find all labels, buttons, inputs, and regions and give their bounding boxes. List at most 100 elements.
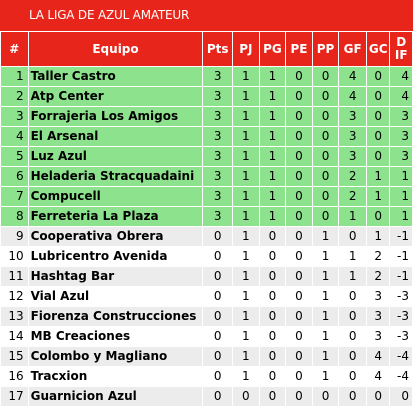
cell-pj: 1 [232, 246, 260, 267]
cell-pts: 0 [202, 346, 234, 367]
cell-pos: 15 [0, 346, 29, 367]
table-row: 16 Tracxion 0 1 0 0 1 0 4 -4 [0, 366, 413, 387]
cell-gc: 3 [365, 286, 391, 307]
cell-team: Colombo y Magliano [27, 346, 204, 367]
cell-pe: 0 [285, 326, 313, 347]
table-row: 10 Lubricentro Avenida 0 1 0 0 1 1 2 -1 [0, 246, 413, 267]
cell-pe: 0 [285, 286, 313, 307]
cell-pj: 0 [232, 386, 260, 407]
cell-pts: 3 [202, 206, 234, 227]
cell-gc: 0 [365, 126, 391, 147]
cell-pj: 1 [232, 206, 260, 227]
cell-gc: 0 [365, 146, 391, 167]
cell-gc: 0 [365, 106, 391, 127]
cell-pts: 3 [202, 186, 234, 207]
cell-team: Forrajeria Los Amigos [27, 106, 204, 127]
cell-pos: 13 [0, 306, 29, 327]
cell-pp: 0 [311, 66, 340, 87]
cell-pp: 0 [311, 126, 340, 147]
table-row: 6 Heladeria Stracquadaini 3 1 1 0 0 2 1 1 [0, 166, 413, 187]
header-gf: GF [338, 31, 367, 67]
cell-pg: 1 [258, 106, 287, 127]
cell-pts: 3 [202, 126, 234, 147]
cell-pj: 1 [232, 106, 260, 127]
cell-dif: -1 [389, 266, 413, 287]
cell-dif: 0 [389, 386, 413, 407]
cell-gf: 4 [338, 86, 367, 107]
cell-pj: 1 [232, 66, 260, 87]
table-row: 3 Forrajeria Los Amigos 3 1 1 0 0 3 0 3 [0, 106, 413, 127]
cell-team: Ferreteria La Plaza [27, 206, 204, 227]
cell-pj: 1 [232, 166, 260, 187]
header-team: Equipo [27, 31, 204, 67]
cell-gc: 1 [365, 226, 391, 247]
cell-pe: 0 [285, 106, 313, 127]
cell-team: El Arsenal [27, 126, 204, 147]
cell-pp: 1 [311, 226, 340, 247]
header-pts: Pts [202, 31, 234, 67]
standings-table: # Equipo Pts PJ PG PE PP GF GC D IF 1 Tall… [0, 31, 413, 407]
table-row: 14 MB Creaciones 0 1 0 0 1 0 3 -3 [0, 326, 413, 347]
table-row: 2 Atp Center 3 1 1 0 0 4 0 4 [0, 86, 413, 107]
cell-pe: 0 [285, 206, 313, 227]
cell-pj: 1 [232, 86, 260, 107]
cell-pe: 0 [285, 366, 313, 387]
cell-pts: 3 [202, 106, 234, 127]
cell-gc: 0 [365, 206, 391, 227]
cell-pe: 0 [285, 346, 313, 367]
cell-gc: 4 [365, 366, 391, 387]
cell-pos: 11 [0, 266, 29, 287]
table-row: 8 Ferreteria La Plaza 3 1 1 0 0 1 0 1 [0, 206, 413, 227]
cell-dif: -1 [389, 246, 413, 267]
cell-dif: 1 [389, 206, 413, 227]
cell-pg: 1 [258, 166, 287, 187]
cell-dif: 3 [389, 106, 413, 127]
cell-pj: 1 [232, 306, 260, 327]
cell-pp: 1 [311, 366, 340, 387]
cell-pts: 0 [202, 306, 234, 327]
table-row: 1 Taller Castro 3 1 1 0 0 4 0 4 [0, 66, 413, 87]
cell-pj: 1 [232, 326, 260, 347]
cell-pts: 3 [202, 146, 234, 167]
cell-pe: 0 [285, 186, 313, 207]
cell-pts: 3 [202, 66, 234, 87]
cell-gf: 3 [338, 126, 367, 147]
cell-pos: 10 [0, 246, 29, 267]
cell-dif: 3 [389, 126, 413, 147]
cell-pg: 0 [258, 326, 287, 347]
cell-team: Guarnicion Azul [27, 386, 204, 407]
cell-gf: 0 [338, 366, 367, 387]
cell-pp: 1 [311, 306, 340, 327]
cell-pp: 0 [311, 106, 340, 127]
header-dif-line1: D [396, 35, 407, 49]
table-row: 7 Compucell 3 1 1 0 0 2 1 1 [0, 186, 413, 207]
cell-pos: 17 [0, 386, 29, 407]
cell-pp: 0 [311, 386, 340, 407]
cell-team: Vial Azul [27, 286, 204, 307]
cell-gc: 3 [365, 326, 391, 347]
table-row: 11 Hashtag Bar 0 1 0 0 1 1 2 -1 [0, 266, 413, 287]
header-row: # Equipo Pts PJ PG PE PP GF GC D IF [0, 31, 413, 67]
cell-team: Tracxion [27, 366, 204, 387]
cell-pp: 0 [311, 146, 340, 167]
cell-gf: 2 [338, 166, 367, 187]
cell-gc: 4 [365, 346, 391, 367]
cell-pp: 0 [311, 166, 340, 187]
cell-pe: 0 [285, 306, 313, 327]
cell-team: Cooperativa Obrera [27, 226, 204, 247]
cell-pj: 1 [232, 186, 260, 207]
league-title: LA LIGA DE AZUL AMATEUR [0, 0, 413, 31]
cell-team: Hashtag Bar [27, 266, 204, 287]
cell-pe: 0 [285, 386, 313, 407]
cell-pts: 0 [202, 226, 234, 247]
header-pos: # [0, 31, 29, 67]
cell-team: Heladeria Stracquadaini [27, 166, 204, 187]
cell-pos: 6 [0, 166, 29, 187]
cell-pj: 1 [232, 266, 260, 287]
cell-gf: 0 [338, 386, 367, 407]
cell-pts: 0 [202, 326, 234, 347]
cell-pts: 3 [202, 86, 234, 107]
cell-pg: 1 [258, 146, 287, 167]
cell-dif: 3 [389, 146, 413, 167]
cell-gc: 0 [365, 386, 391, 407]
